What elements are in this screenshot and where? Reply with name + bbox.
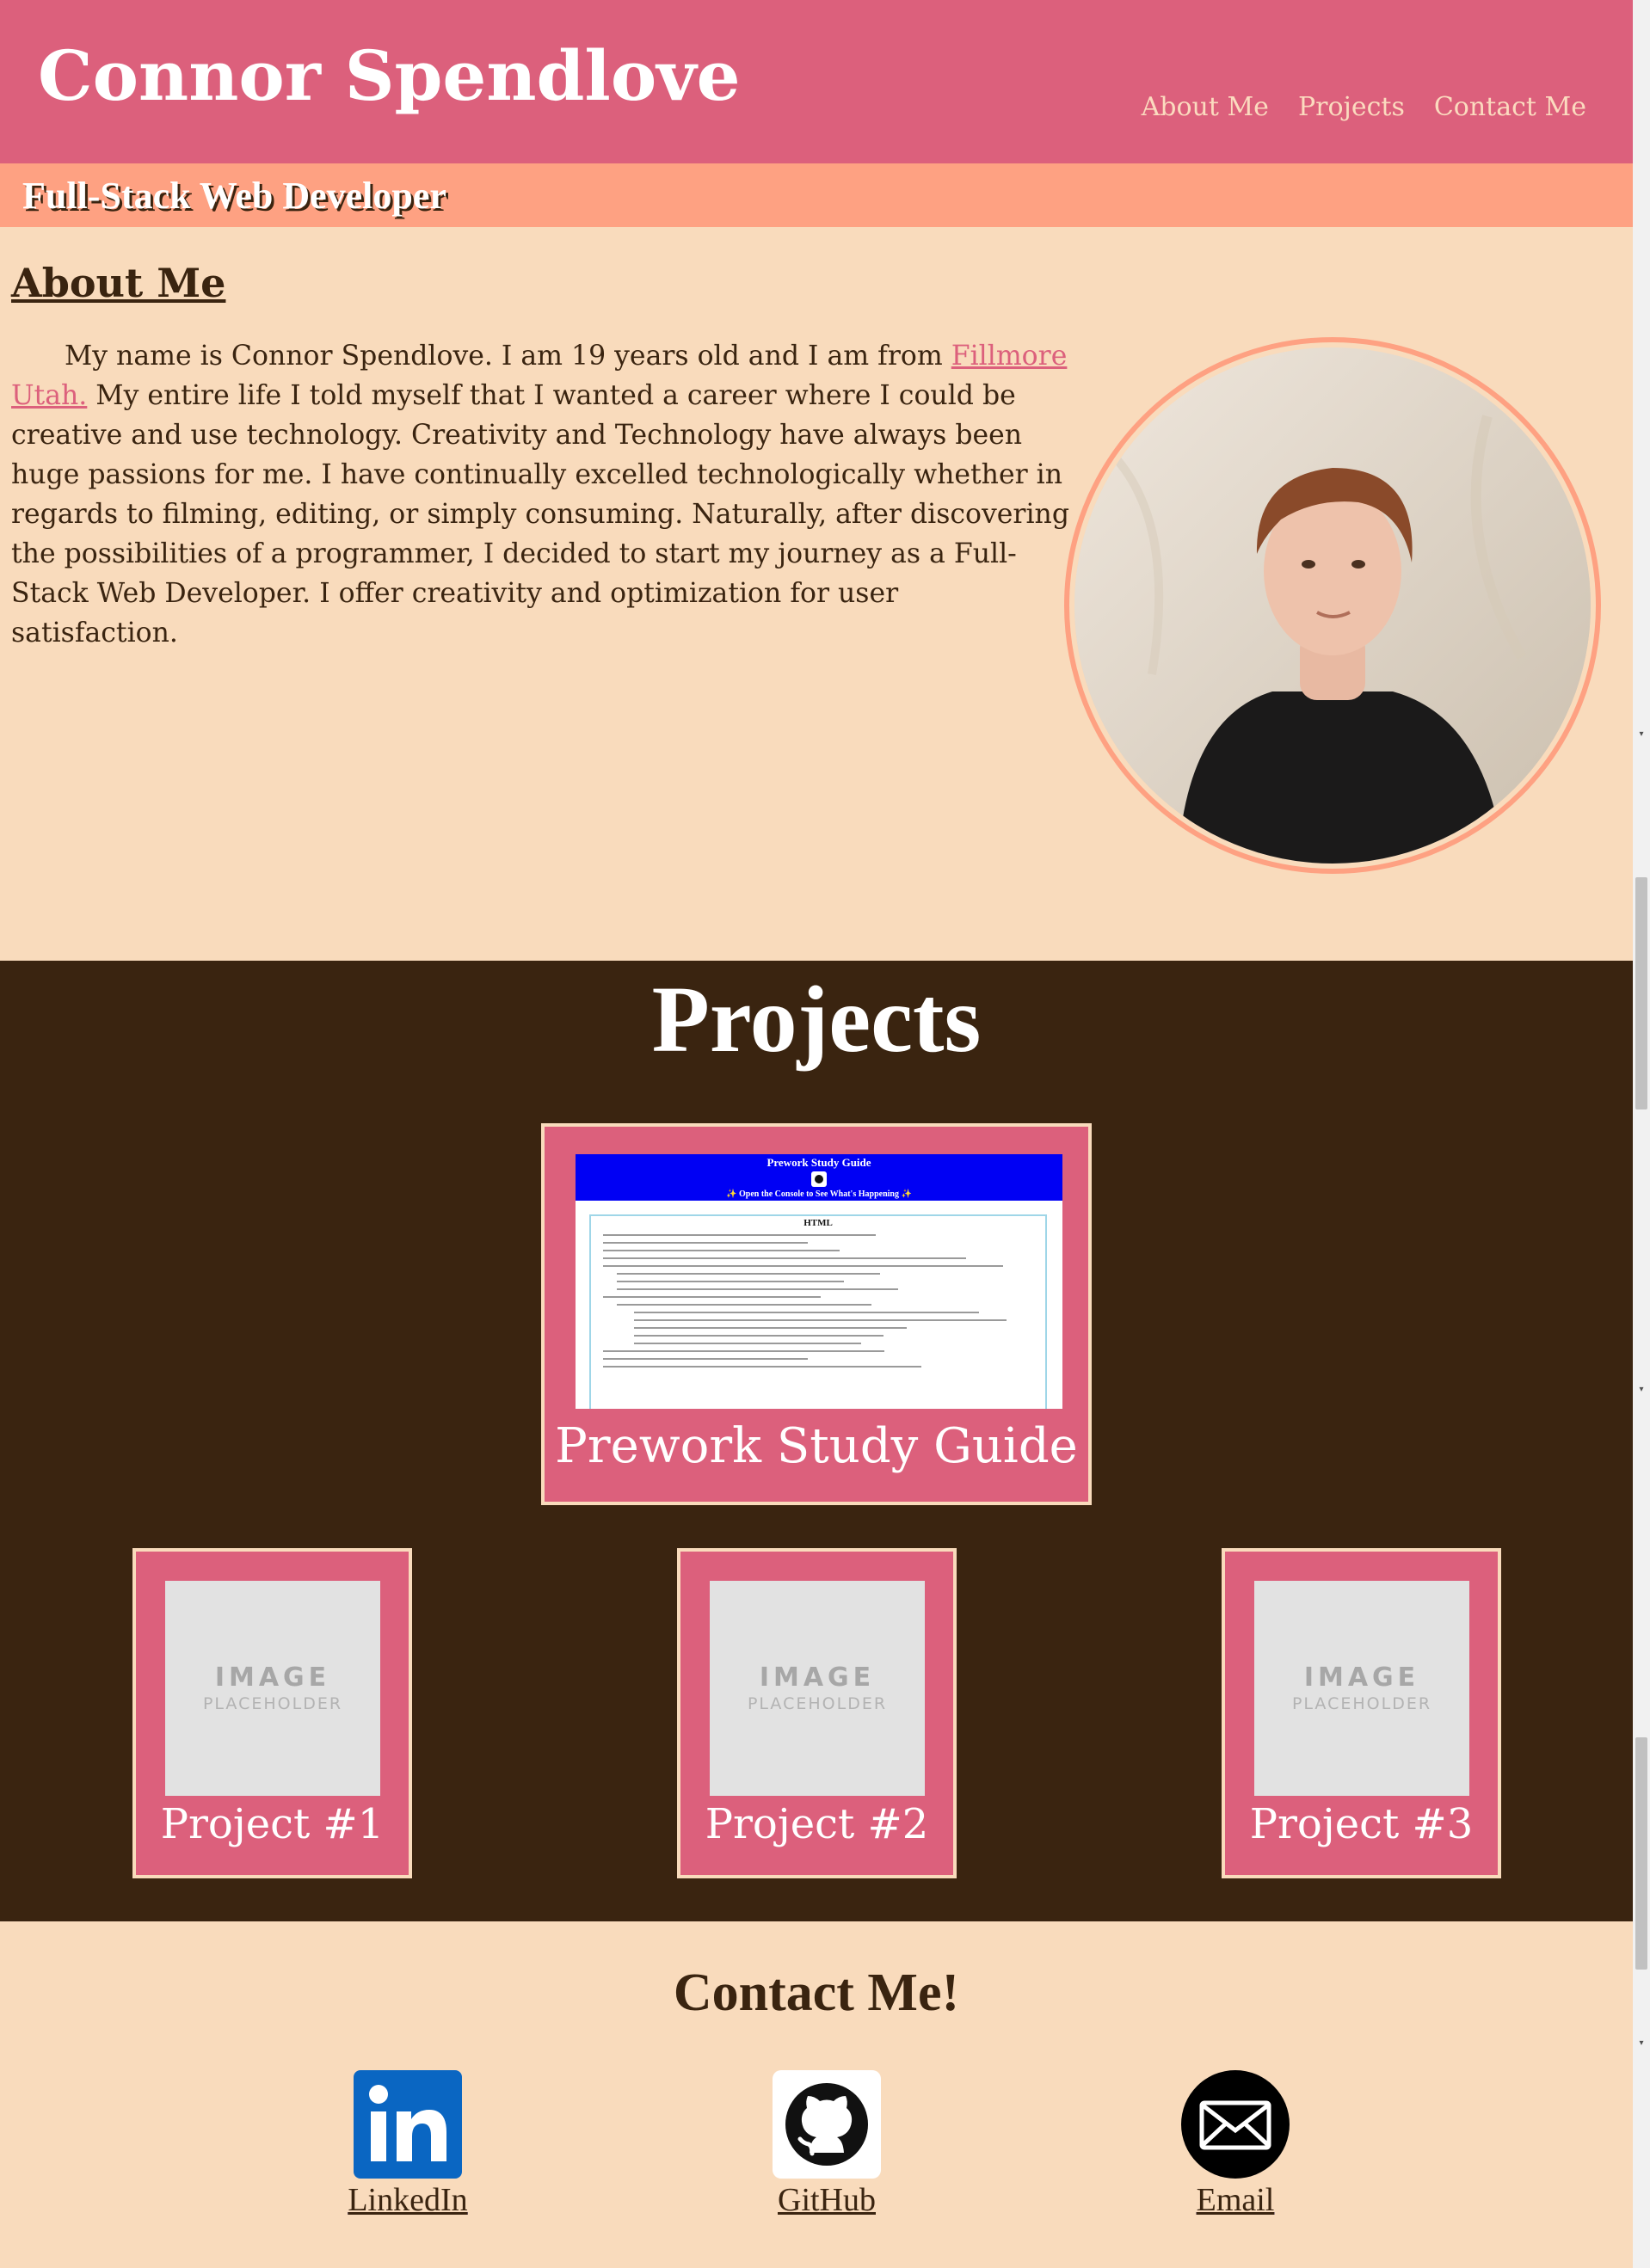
github-small-icon xyxy=(811,1171,827,1187)
screenshot-section-title: HTML xyxy=(803,1218,833,1228)
projects-heading: Projects xyxy=(651,967,982,1072)
project-card-title: Project #3 xyxy=(1249,1800,1474,1848)
about-text-body: My entire life I told myself that I want… xyxy=(11,380,1069,648)
placeholder-text-big: IMAGE xyxy=(1303,1662,1420,1693)
image-placeholder: IMAGE PLACEHOLDER xyxy=(165,1581,380,1796)
about-paragraph: My name is Connor Spendlove. I am 19 yea… xyxy=(11,336,1069,653)
site-title: Connor Spendlove xyxy=(38,35,741,116)
placeholder-text-small: PLACEHOLDER xyxy=(747,1693,888,1713)
nav-link-about[interactable]: About Me xyxy=(1142,95,1269,120)
profile-photo-image xyxy=(1074,347,1591,864)
placeholder-text-small: PLACEHOLDER xyxy=(202,1693,343,1713)
linkedin-contact[interactable]: LinkedIn xyxy=(348,2070,468,2216)
scroll-down-arrow-icon[interactable]: ▾ xyxy=(1636,1385,1647,1395)
nav-link-projects[interactable]: Projects xyxy=(1298,95,1405,120)
placeholder-text-big: IMAGE xyxy=(759,1662,876,1693)
scroll-thumb[interactable] xyxy=(1635,877,1647,1109)
linkedin-link[interactable]: LinkedIn xyxy=(348,2184,467,2216)
about-heading: About Me xyxy=(11,260,226,306)
screenshot-title: Prework Study Guide xyxy=(767,1156,871,1169)
linkedin-icon xyxy=(354,2070,462,2179)
scroll-down-arrow-icon[interactable]: ▾ xyxy=(1636,2038,1647,2049)
github-contact[interactable]: GitHub xyxy=(762,2070,891,2216)
project-card-title: Project #1 xyxy=(160,1800,385,1848)
profile-photo xyxy=(1064,337,1601,874)
project-card-3[interactable]: IMAGE PLACEHOLDER Project #3 xyxy=(1222,1548,1501,1878)
email-icon xyxy=(1181,2070,1290,2179)
project-card-1[interactable]: IMAGE PLACEHOLDER Project #1 xyxy=(132,1548,412,1878)
image-placeholder: IMAGE PLACEHOLDER xyxy=(710,1581,925,1796)
page-scrollbar[interactable]: ▾ ▾ ▾ xyxy=(1633,0,1650,2268)
site-header: Connor Spendlove About Me Projects Conta… xyxy=(0,0,1633,163)
placeholder-text-big: IMAGE xyxy=(214,1662,331,1693)
screenshot-console-note: ✨ Open the Console to See What's Happeni… xyxy=(726,1189,912,1199)
github-link[interactable]: GitHub xyxy=(778,2184,876,2216)
project-card-title: Project #2 xyxy=(705,1800,929,1848)
project-card-title: Prework Study Guide xyxy=(555,1418,1078,1474)
contact-heading: Contact Me! xyxy=(673,1964,960,2022)
nav-link-contact[interactable]: Contact Me xyxy=(1434,95,1586,120)
scroll-down-arrow-icon[interactable]: ▾ xyxy=(1636,729,1647,740)
portrait-figure xyxy=(1074,347,1591,864)
screenshot-content-box: HTML xyxy=(589,1214,1047,1409)
placeholder-text-small: PLACEHOLDER xyxy=(1291,1693,1432,1713)
email-contact[interactable]: Email xyxy=(1175,2070,1296,2216)
email-link[interactable]: Email xyxy=(1197,2184,1275,2216)
site-subtitle: Full-Stack Web Developer xyxy=(22,175,446,217)
image-placeholder: IMAGE PLACEHOLDER xyxy=(1254,1581,1469,1796)
scroll-thumb[interactable] xyxy=(1635,1737,1647,1970)
project-card-prework[interactable]: Prework Study Guide ✨ Open the Console t… xyxy=(541,1123,1092,1505)
project-card-2[interactable]: IMAGE PLACEHOLDER Project #2 xyxy=(677,1548,957,1878)
screenshot-header: Prework Study Guide ✨ Open the Console t… xyxy=(576,1154,1062,1201)
main-nav: About Me Projects Contact Me xyxy=(1142,95,1586,120)
github-icon xyxy=(773,2070,881,2179)
about-text-intro: My name is Connor Spendlove. I am 19 yea… xyxy=(65,341,951,372)
prework-screenshot: Prework Study Guide ✨ Open the Console t… xyxy=(576,1154,1062,1409)
